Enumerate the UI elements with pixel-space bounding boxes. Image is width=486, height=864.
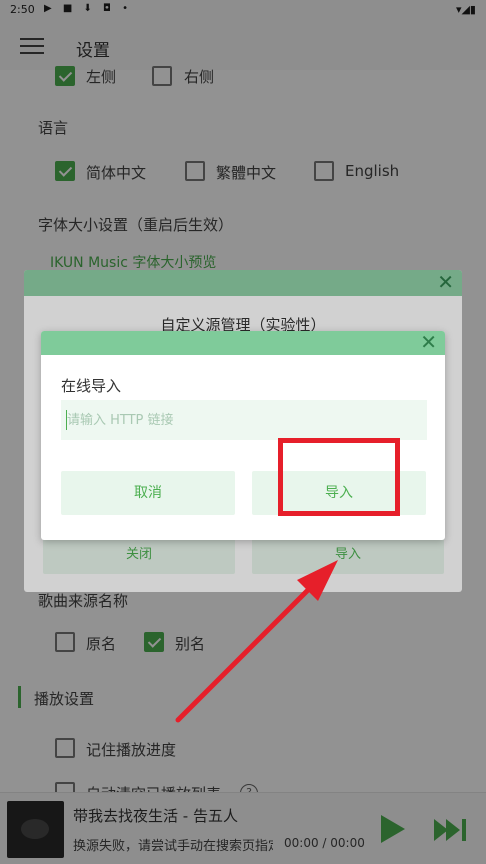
pointer-arrow-icon <box>175 560 338 723</box>
